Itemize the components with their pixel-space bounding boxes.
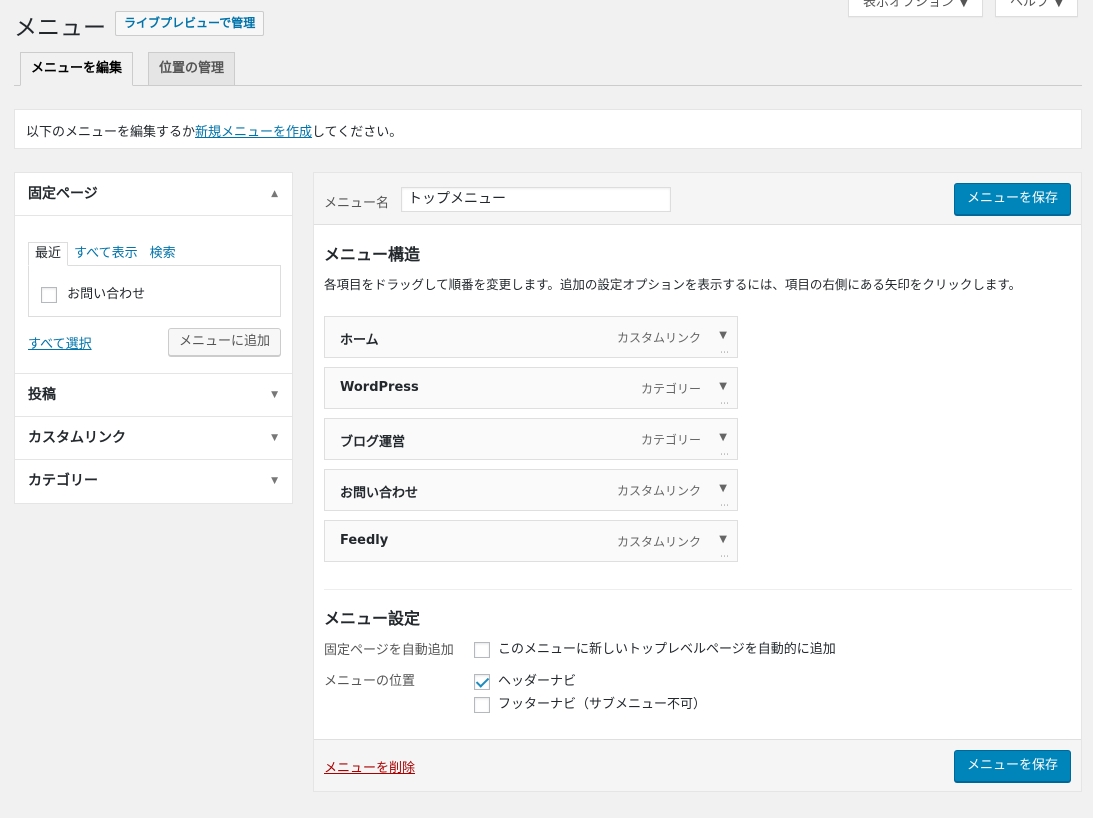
caret-down-icon: ▼ bbox=[271, 433, 278, 443]
accordion-custom-links-header[interactable]: カスタムリンク ▼ bbox=[15, 417, 292, 460]
menu-item-type: カスタムリンク bbox=[616, 535, 701, 549]
footer-nav-checkbox[interactable] bbox=[474, 696, 490, 713]
menu-item-title: ホーム bbox=[340, 333, 379, 348]
menu-item[interactable]: Feedly カスタムリンク ▼ ⋯ bbox=[324, 520, 738, 562]
save-menu-button-bottom[interactable]: メニューを保存 bbox=[953, 750, 1071, 782]
menu-name-input[interactable]: トップメニュー bbox=[401, 187, 671, 212]
tab-manage-locations[interactable]: 位置の管理 bbox=[148, 52, 236, 86]
menu-structure-title: メニュー構造 bbox=[324, 245, 421, 264]
menu-editor-panel: メニュー名 トップメニュー メニューを保存 メニュー構造 各項目をドラッグして順… bbox=[313, 172, 1082, 792]
page-title: メニュー bbox=[14, 15, 106, 41]
screen-options-button[interactable]: 表示オプション ▼ bbox=[848, 0, 983, 17]
resize-dots-icon: ⋯ bbox=[720, 450, 729, 460]
caret-down-icon[interactable]: ▼ bbox=[719, 432, 727, 443]
resize-dots-icon: ⋯ bbox=[720, 399, 729, 409]
pages-list-panel: お問い合わせ bbox=[28, 265, 281, 317]
list-item[interactable]: お問い合わせ bbox=[41, 283, 145, 303]
accordion-categories-label: カテゴリー bbox=[28, 473, 98, 489]
add-to-menu-button[interactable]: メニューに追加 bbox=[168, 328, 282, 356]
accordion-pages-body: お問い合わせ 最近 すべて表示 検索 すべて選択 メニューに追加 bbox=[15, 216, 292, 374]
accordion-pages-label: 固定ページ bbox=[28, 186, 98, 202]
accordion-pages-header[interactable]: 固定ページ ▲ bbox=[15, 173, 292, 216]
screen-options-label: 表示オプション bbox=[863, 0, 955, 10]
menu-item-title: Feedly bbox=[340, 533, 389, 548]
tab-search[interactable]: 検索 bbox=[144, 243, 182, 265]
menu-settings-title: メニュー設定 bbox=[324, 609, 421, 628]
menu-item-type: カスタムリンク bbox=[616, 331, 701, 345]
menu-name-label: メニュー名 bbox=[324, 196, 390, 211]
menu-editor-header: メニュー名 トップメニュー メニューを保存 bbox=[314, 173, 1081, 225]
page-item-label: お問い合わせ bbox=[67, 287, 146, 302]
menu-editor-footer: メニューを削除 メニューを保存 bbox=[314, 739, 1081, 791]
caret-down-icon[interactable]: ▼ bbox=[719, 534, 727, 545]
notice-suffix: してください。 bbox=[312, 125, 403, 140]
pages-inner-tabs: 最近 すべて表示 検索 bbox=[28, 242, 182, 266]
caret-down-icon[interactable]: ▼ bbox=[719, 381, 727, 392]
menu-item-type: カテゴリー bbox=[640, 382, 701, 396]
menu-structure-help: 各項目をドラッグして順番を変更します。追加の設定オプションを表示するには、項目の… bbox=[324, 277, 1022, 292]
resize-dots-icon: ⋯ bbox=[720, 552, 729, 562]
auto-add-checkbox[interactable] bbox=[474, 641, 490, 658]
tab-view-all[interactable]: すべて表示 bbox=[68, 243, 144, 265]
footer-nav-label: フッターナビ（サブメニュー不可） bbox=[498, 697, 707, 712]
resize-dots-icon: ⋯ bbox=[720, 501, 729, 511]
menu-item-title: WordPress bbox=[340, 380, 419, 395]
menu-item[interactable]: WordPress カテゴリー ▼ ⋯ bbox=[324, 367, 738, 409]
caret-up-icon: ▲ bbox=[271, 189, 278, 199]
caret-down-icon: ▼ bbox=[1055, 0, 1063, 9]
auto-add-option-label: このメニューに新しいトップレベルページを自動的に追加 bbox=[498, 642, 836, 657]
notice-prefix: 以下のメニューを編集するか bbox=[26, 125, 196, 140]
section-divider bbox=[324, 589, 1072, 590]
menu-item[interactable]: ブログ運営 カテゴリー ▼ ⋯ bbox=[324, 418, 738, 460]
page-checkbox[interactable] bbox=[41, 286, 57, 303]
location-header-nav[interactable]: ヘッダーナビ bbox=[474, 670, 576, 690]
create-new-menu-link[interactable]: 新規メニューを作成 bbox=[195, 125, 312, 140]
resize-dots-icon: ⋯ bbox=[720, 348, 729, 358]
menu-item[interactable]: お問い合わせ カスタムリンク ▼ ⋯ bbox=[324, 469, 738, 511]
header-nav-label: ヘッダーナビ bbox=[498, 674, 577, 689]
accordion-custom-links-label: カスタムリンク bbox=[28, 430, 126, 446]
live-preview-button[interactable]: ライブプレビューで管理 bbox=[115, 11, 265, 36]
auto-add-option[interactable]: このメニューに新しいトップレベルページを自動的に追加 bbox=[474, 638, 836, 658]
help-label: ヘルプ bbox=[1010, 0, 1050, 10]
add-menu-items-panel: 固定ページ ▲ お問い合わせ 最近 すべて表示 検索 すべて選択 メニューに追加 投… bbox=[14, 172, 293, 504]
caret-down-icon: ▼ bbox=[271, 476, 278, 486]
select-all-link[interactable]: すべて選択 bbox=[28, 333, 92, 352]
tab-most-recent[interactable]: 最近 bbox=[28, 242, 69, 266]
accordion-posts-label: 投稿 bbox=[28, 387, 56, 403]
menu-item-title: お問い合わせ bbox=[340, 486, 419, 501]
delete-menu-link[interactable]: メニューを削除 bbox=[324, 757, 415, 776]
menu-item-title: ブログ運営 bbox=[340, 435, 406, 450]
location-footer-nav[interactable]: フッターナビ（サブメニュー不可） bbox=[474, 693, 706, 713]
menu-item[interactable]: ホーム カスタムリンク ▼ ⋯ bbox=[324, 316, 738, 358]
caret-down-icon: ▼ bbox=[271, 390, 278, 400]
menu-item-type: カテゴリー bbox=[640, 433, 701, 447]
tab-edit-menus[interactable]: メニューを編集 bbox=[20, 52, 134, 86]
save-menu-button-top[interactable]: メニューを保存 bbox=[953, 183, 1071, 215]
caret-down-icon: ▼ bbox=[960, 0, 968, 9]
menu-location-label: メニューの位置 bbox=[324, 674, 416, 689]
accordion-posts-header[interactable]: 投稿 ▼ bbox=[15, 374, 292, 417]
accordion-categories-header[interactable]: カテゴリー ▼ bbox=[15, 460, 292, 503]
caret-down-icon[interactable]: ▼ bbox=[719, 483, 727, 494]
notice-bar: 以下のメニューを編集するか新規メニューを作成してください。 bbox=[14, 109, 1082, 149]
caret-down-icon[interactable]: ▼ bbox=[719, 330, 727, 341]
auto-add-pages-label: 固定ページを自動追加 bbox=[324, 643, 454, 658]
help-button[interactable]: ヘルプ ▼ bbox=[995, 0, 1078, 17]
menu-item-type: カスタムリンク bbox=[616, 484, 701, 498]
header-nav-checkbox[interactable] bbox=[474, 673, 490, 690]
